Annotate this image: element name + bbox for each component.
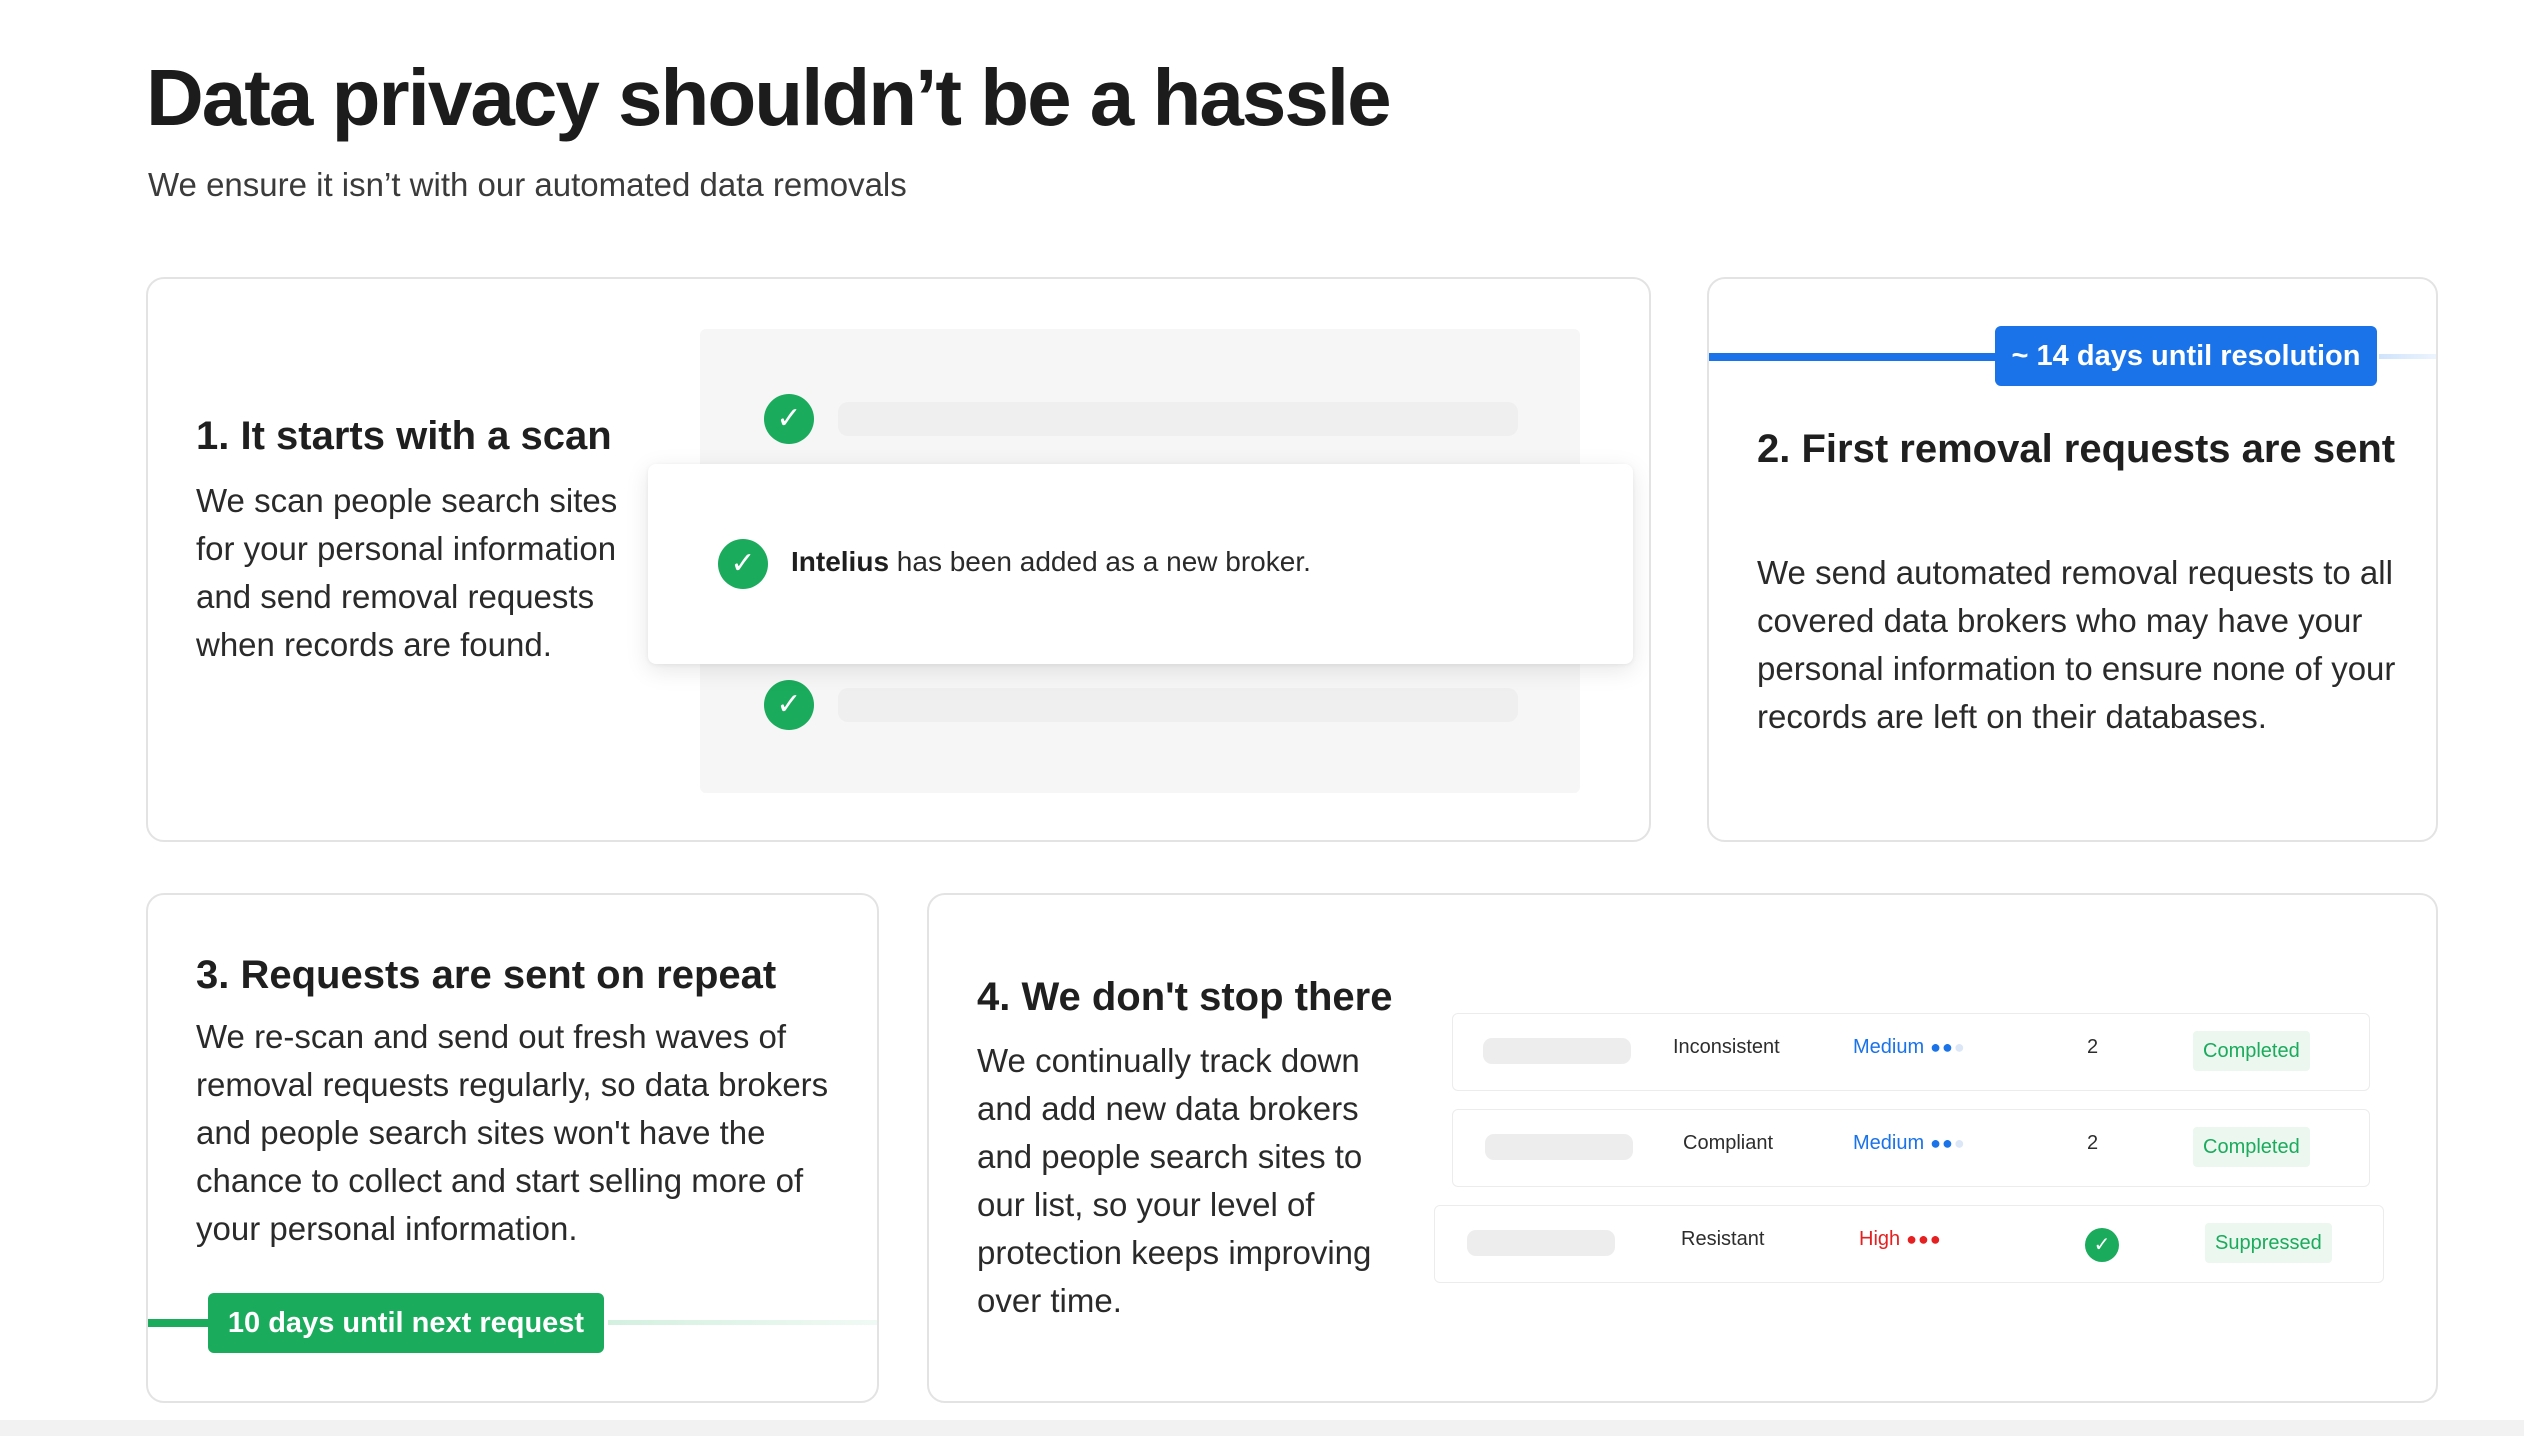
request-count: 2 [2087,1132,2099,1154]
card-body: We send automated removal requests to al… [1757,554,2396,735]
risk-level-label: Medium [1853,1036,1925,1058]
risk-level: High ●●● [1859,1228,1942,1251]
step-card-repeat: 3. Requests are sent on repeat We re-sca… [146,893,879,1403]
card-body: We re-scan and send out fresh waves of r… [196,1018,829,1247]
card-heading: 3. Requests are sent on repeat [196,953,777,997]
timeline-line-fade [2379,354,2436,359]
page-subtitle: We ensure it isn’t with our automated da… [148,166,907,203]
card-heading: 4. We don't stop there [977,975,1393,1019]
risk-dots-icon: ●●● [1930,1037,1966,1057]
risk-level: Medium ●●● [1853,1132,1966,1155]
check-icon: ✓ [764,394,814,444]
check-icon: ✓ [718,539,768,589]
timeline-line [1709,353,2009,361]
card-body: We continually track down and add new da… [977,1042,1372,1319]
placeholder-bar [1483,1038,1631,1064]
step-card-first-requests: ~ 14 days until resolution 2. First remo… [1707,277,2438,842]
notification-message: has been added as a new broker. [889,546,1311,577]
resolution-badge: ~ 14 days until resolution [1995,326,2377,386]
broker-status: Inconsistent [1673,1036,1780,1058]
scan-row: ✓ [700,389,1580,449]
card-body: We scan people search sites for your per… [196,482,618,663]
card-heading: 1. It starts with a scan [196,414,612,458]
step-card-scan: 1. It starts with a scan We scan people … [146,277,1651,842]
broker-name: Intelius [791,546,890,577]
risk-level-label: Medium [1853,1132,1925,1154]
broker-row: Resistant High ●●● ✓ Suppressed [1434,1205,2384,1283]
placeholder-bar [838,402,1518,436]
card-heading: 2. First removal requests are sent [1757,427,2396,471]
result-badge: Suppressed [2205,1223,2332,1263]
step-card-ongoing: 4. We don't stop there We continually tr… [927,893,2438,1403]
check-icon: ✓ [764,680,814,730]
result-badge: Completed [2193,1031,2310,1071]
risk-level-label: High [1859,1228,1901,1250]
placeholder-bar [1485,1134,1633,1160]
broker-status: Compliant [1683,1132,1774,1154]
placeholder-bar [1467,1230,1615,1256]
next-request-badge: 10 days until next request [208,1293,604,1353]
broker-row: Compliant Medium ●●● 2 Completed [1452,1109,2370,1187]
result-badge: Completed [2193,1127,2310,1167]
timeline-line-fade [608,1320,877,1325]
scan-row: ✓ [700,675,1580,735]
new-broker-notification: ✓ Intelius has been added as a new broke… [648,464,1633,664]
footer-edge [0,1420,2524,1436]
check-icon: ✓ [2085,1228,2119,1262]
placeholder-bar [838,688,1518,722]
page-title: Data privacy shouldn’t be a hassle [146,53,1392,142]
broker-status: Resistant [1681,1228,1765,1250]
risk-dots-icon: ●●● [1906,1229,1942,1249]
risk-level: Medium ●●● [1853,1036,1966,1059]
notification-text: Intelius has been added as a new broker. [791,546,1311,578]
request-count: 2 [2087,1036,2099,1058]
risk-dots-icon: ●●● [1930,1133,1966,1153]
broker-row: Inconsistent Medium ●●● 2 Completed [1452,1013,2370,1091]
